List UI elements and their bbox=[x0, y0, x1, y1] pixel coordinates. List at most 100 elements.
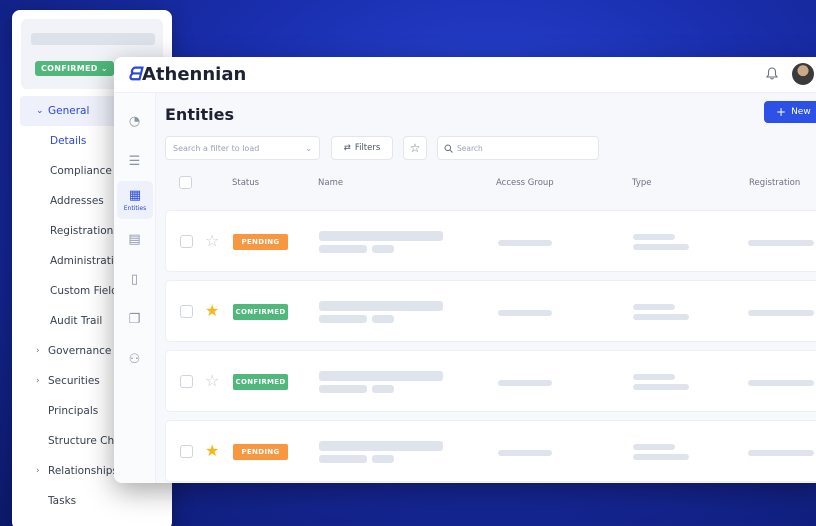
type-sub-placeholder bbox=[633, 244, 689, 250]
chevron-down-icon: ⌄ bbox=[305, 143, 312, 153]
star-outline-icon[interactable]: ☆ bbox=[205, 371, 219, 390]
filters-button-label: Filters bbox=[354, 143, 381, 153]
detail-nav-item-tasks[interactable]: Tasks bbox=[12, 486, 172, 516]
status-badge: PENDING bbox=[233, 234, 288, 250]
stack-icon: ❐ bbox=[128, 311, 141, 327]
column-status[interactable]: Status bbox=[232, 178, 259, 188]
column-registration[interactable]: Registration bbox=[749, 178, 800, 188]
logo-mark-icon: ᗺ bbox=[128, 64, 141, 85]
search-placeholder: Search bbox=[457, 143, 483, 153]
name-sub-placeholder bbox=[319, 315, 367, 323]
brand-logo[interactable]: ᗺ Athennian bbox=[128, 64, 246, 85]
rail-item-building[interactable]: ▦ Entities bbox=[117, 181, 153, 219]
detail-nav-label: Tasks bbox=[48, 495, 77, 507]
name-sub-placeholder-2 bbox=[372, 245, 394, 253]
entity-status-label: CONFIRMED bbox=[41, 64, 98, 73]
name-placeholder bbox=[319, 371, 443, 381]
chevron-right-icon: › bbox=[36, 466, 40, 476]
star-outline-icon[interactable]: ☆ bbox=[205, 231, 219, 250]
select-all-checkbox[interactable] bbox=[179, 176, 192, 189]
name-sub-placeholder bbox=[319, 385, 367, 393]
entity-name-placeholder bbox=[31, 33, 155, 45]
app-window: ᗺ Athennian ◔ ☰ ▦ Entities ▤ ▯ ❐ ⚇ Entities + N… bbox=[114, 57, 816, 483]
rail-item-stack[interactable]: ❐ bbox=[114, 299, 155, 339]
row-checkbox[interactable] bbox=[180, 235, 193, 248]
access-group-placeholder bbox=[498, 310, 552, 316]
detail-nav-label: Relationships bbox=[48, 465, 118, 477]
name-sub-placeholder-2 bbox=[372, 455, 394, 463]
contact-card-icon: ▤ bbox=[128, 231, 141, 247]
favorites-filter-button[interactable]: ☆ bbox=[403, 136, 427, 160]
name-sub-placeholder-2 bbox=[372, 315, 394, 323]
detail-nav-label: General bbox=[48, 105, 90, 117]
registration-placeholder bbox=[748, 240, 814, 246]
column-name[interactable]: Name bbox=[318, 178, 343, 188]
table-header: Status Name Access Group Type Registrati… bbox=[165, 173, 816, 193]
name-placeholder bbox=[319, 231, 443, 241]
rail-item-people[interactable]: ⚇ bbox=[114, 339, 155, 379]
rail-item-dashboard[interactable]: ◔ bbox=[114, 101, 155, 141]
row-checkbox[interactable] bbox=[180, 445, 193, 458]
detail-nav-label: Registrations bbox=[50, 225, 119, 237]
dashboard-icon: ◔ bbox=[128, 113, 141, 129]
search-input[interactable]: Search bbox=[437, 136, 599, 160]
people-icon: ⚇ bbox=[128, 351, 141, 367]
detail-nav-label: Details bbox=[50, 135, 87, 147]
document-icon: ▯ bbox=[130, 271, 139, 287]
rail-item-contact-card[interactable]: ▤ bbox=[114, 219, 155, 259]
rail-item-tasks[interactable]: ☰ bbox=[114, 141, 155, 181]
chevron-down-icon: ⌄ bbox=[36, 106, 44, 116]
detail-nav-label: Compliance bbox=[50, 165, 112, 177]
building-icon: ▦ bbox=[128, 188, 142, 203]
row-checkbox[interactable] bbox=[180, 305, 193, 318]
detail-nav-label: Audit Trail bbox=[50, 315, 103, 327]
brand-name: Athennian bbox=[142, 64, 247, 85]
detail-nav-item-documents[interactable]: Documents bbox=[12, 516, 172, 526]
name-sub-placeholder bbox=[319, 245, 367, 253]
saved-filter-select[interactable]: Search a filter to load ⌄ bbox=[165, 136, 320, 160]
page-title: Entities bbox=[165, 105, 234, 124]
status-badge: PENDING bbox=[233, 444, 288, 460]
saved-filter-placeholder: Search a filter to load bbox=[173, 143, 260, 153]
table-row[interactable]: ★ CONFIRMED bbox=[165, 280, 816, 342]
registration-placeholder bbox=[748, 310, 814, 316]
name-sub-placeholder-2 bbox=[372, 385, 394, 393]
new-button-label: New bbox=[791, 107, 811, 117]
name-placeholder bbox=[319, 441, 443, 451]
icon-rail: ◔ ☰ ▦ Entities ▤ ▯ ❐ ⚇ bbox=[114, 93, 156, 483]
star-filled-icon[interactable]: ★ bbox=[205, 441, 219, 460]
table-row[interactable]: ★ PENDING bbox=[165, 420, 816, 482]
type-placeholder bbox=[633, 304, 675, 310]
type-placeholder bbox=[633, 444, 675, 450]
type-sub-placeholder bbox=[633, 454, 689, 460]
main-content: Entities + New Search a filter to load ⌄… bbox=[156, 93, 816, 483]
row-checkbox[interactable] bbox=[180, 375, 193, 388]
column-access-group[interactable]: Access Group bbox=[496, 178, 554, 188]
registration-placeholder bbox=[748, 380, 814, 386]
chevron-right-icon: › bbox=[36, 346, 40, 356]
rail-item-document[interactable]: ▯ bbox=[114, 259, 155, 299]
detail-nav-label: Securities bbox=[48, 375, 100, 387]
registration-placeholder bbox=[748, 450, 814, 456]
status-badge: CONFIRMED bbox=[233, 374, 288, 390]
access-group-placeholder bbox=[498, 450, 552, 456]
entity-status-badge[interactable]: CONFIRMED ⌄ bbox=[35, 61, 114, 76]
plus-icon: + bbox=[776, 105, 787, 119]
detail-nav-label: Addresses bbox=[50, 195, 104, 207]
type-placeholder bbox=[633, 374, 675, 380]
access-group-placeholder bbox=[498, 380, 552, 386]
detail-nav-label: Custom Fields bbox=[50, 285, 124, 297]
filters-button[interactable]: ⇄ Filters bbox=[331, 136, 393, 160]
column-type[interactable]: Type bbox=[632, 178, 652, 188]
search-icon bbox=[444, 144, 453, 153]
table-row[interactable]: ☆ CONFIRMED bbox=[165, 350, 816, 412]
status-badge: CONFIRMED bbox=[233, 304, 288, 320]
type-sub-placeholder bbox=[633, 314, 689, 320]
new-button[interactable]: + New bbox=[764, 101, 816, 123]
star-filled-icon[interactable]: ★ bbox=[205, 301, 219, 320]
detail-nav-label: Principals bbox=[48, 405, 99, 417]
bell-icon[interactable] bbox=[765, 67, 780, 81]
user-avatar[interactable] bbox=[792, 63, 814, 85]
table-row[interactable]: ☆ PENDING bbox=[165, 210, 816, 272]
filter-bar: Search a filter to load ⌄ ⇄ Filters ☆ Se… bbox=[165, 136, 599, 160]
